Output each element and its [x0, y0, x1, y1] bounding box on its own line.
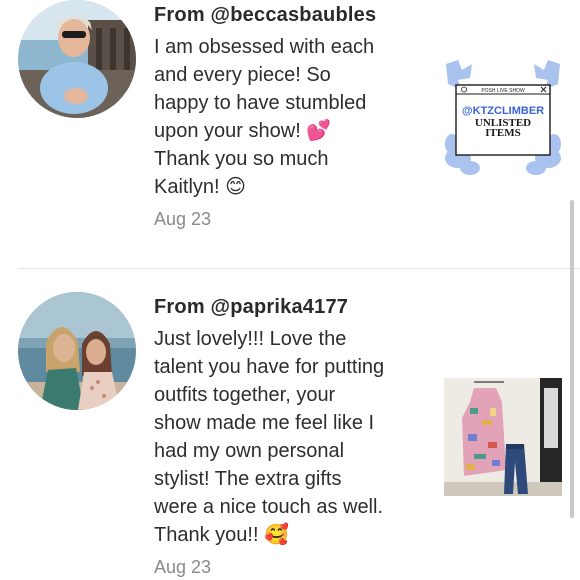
posh-show-handle: @KTZCLIMBER [462, 105, 544, 117]
outfit-photo [444, 378, 562, 496]
listing-thumbnail[interactable]: POSH LIVE SHOW @KTZCLIMBER UNLISTED ITEM… [444, 58, 562, 176]
review-text-line: Kaitlyn! 😊 [154, 176, 246, 198]
review-text-line: and every piece! So [154, 64, 331, 86]
review-text-line: had my own personal [154, 440, 345, 462]
review-text-line: Thank you!! 🥰 [154, 524, 289, 546]
posh-show-title-2: ITEMS [485, 127, 520, 139]
review-text-line: talent you have for putting [154, 356, 385, 378]
avatar-photo [18, 0, 136, 118]
posh-show-graphic: POSH LIVE SHOW @KTZCLIMBER UNLISTED ITEM… [444, 58, 562, 176]
review-text-line: outfits together, your [154, 384, 336, 406]
scrollbar[interactable] [570, 200, 574, 518]
review-text-line: Just lovely!!! Love the [154, 328, 347, 350]
review-divider [18, 268, 580, 269]
review-text-line: I am obsessed with each [154, 36, 375, 58]
review-text: Just lovely!!! Love the talent you have … [154, 325, 424, 549]
review-text-line: upon your show! 💕 [154, 120, 332, 142]
avatar-photo [18, 292, 136, 410]
review-date: Aug 23 [154, 557, 212, 577]
review-author[interactable]: From @paprika4177 [154, 294, 424, 320]
reviewer-avatar[interactable] [18, 292, 136, 410]
review-text-line: Thank you so much [154, 148, 329, 170]
review-date: Aug 23 [154, 209, 212, 229]
review-author[interactable]: From @beccasbaubles [154, 2, 424, 28]
review-text: I am obsessed with each and every piece!… [154, 33, 424, 201]
review-text-line: stylist! The extra gifts [154, 468, 342, 490]
review-text-line: happy to have stumbled [154, 92, 367, 114]
review-text-line: were a nice touch as well. [154, 496, 384, 518]
listing-thumbnail[interactable] [444, 378, 562, 496]
posh-show-header: POSH LIVE SHOW [481, 88, 525, 94]
review-text-line: show made me feel like I [154, 412, 375, 434]
reviewer-avatar[interactable] [18, 0, 136, 118]
